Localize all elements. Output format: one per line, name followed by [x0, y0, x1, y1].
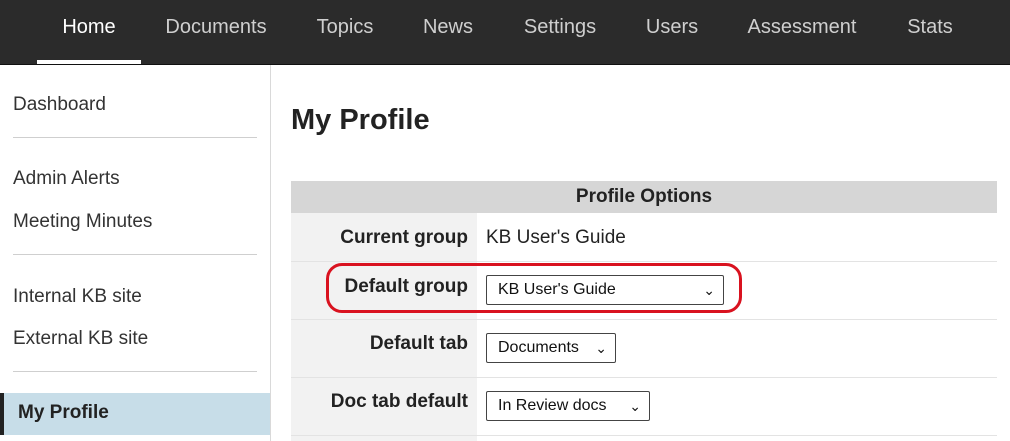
sidebar-divider [13, 254, 257, 255]
sidebar-item-internal-kb-site[interactable]: Internal KB site [13, 286, 142, 308]
sidebar-item-my-profile[interactable]: My Profile [0, 393, 270, 435]
sidebar-item-dashboard[interactable]: Dashboard [13, 94, 106, 116]
sidebar-divider [13, 137, 257, 138]
doc-tab-default-select[interactable]: In Review docs ⌄ [486, 391, 650, 421]
tab-stats[interactable]: Stats [896, 0, 964, 64]
default-group-label: Default group [344, 276, 469, 297]
profile-options-table: Profile Options Current group KB User's … [291, 181, 997, 441]
sidebar-item-label: My Profile [18, 402, 109, 423]
default-tab-label: Default tab [369, 333, 468, 354]
page-title: My Profile [291, 104, 430, 136]
doc-tab-default-label: Doc tab default [330, 391, 468, 412]
default-group-selected: KB User's Guide [498, 281, 616, 298]
chevron-down-icon: ⌄ [629, 398, 641, 414]
row-divider [291, 261, 997, 262]
row-divider [291, 319, 997, 320]
default-tab-select[interactable]: Documents ⌄ [486, 333, 616, 363]
active-indicator [0, 393, 4, 435]
sidebar-item-external-kb-site[interactable]: External KB site [13, 328, 148, 350]
row-divider [291, 435, 997, 436]
sidebar: Dashboard Admin Alerts Meeting Minutes I… [0, 65, 271, 441]
tab-users[interactable]: Users [636, 0, 708, 64]
chevron-down-icon: ⌄ [595, 340, 607, 356]
default-group-select[interactable]: KB User's Guide ⌄ [486, 275, 724, 305]
current-group-label: Current group [340, 227, 468, 248]
table-header: Profile Options [291, 181, 997, 213]
tab-topics[interactable]: Topics [303, 0, 387, 64]
sidebar-item-admin-alerts[interactable]: Admin Alerts [13, 168, 120, 190]
top-navigation: Home Documents Topics News Settings User… [0, 0, 1010, 65]
tab-news[interactable]: News [411, 0, 485, 64]
row-divider [291, 377, 997, 378]
tab-assessment[interactable]: Assessment [736, 0, 868, 64]
tab-settings[interactable]: Settings [512, 0, 608, 64]
chevron-down-icon: ⌄ [703, 282, 715, 298]
tab-documents[interactable]: Documents [156, 0, 276, 64]
default-tab-selected: Documents [498, 339, 579, 356]
doc-tab-default-selected: In Review docs [498, 397, 607, 414]
sidebar-item-meeting-minutes[interactable]: Meeting Minutes [13, 211, 152, 233]
current-group-value: KB User's Guide [486, 227, 626, 248]
sidebar-divider [13, 371, 257, 372]
tab-home[interactable]: Home [37, 0, 141, 64]
